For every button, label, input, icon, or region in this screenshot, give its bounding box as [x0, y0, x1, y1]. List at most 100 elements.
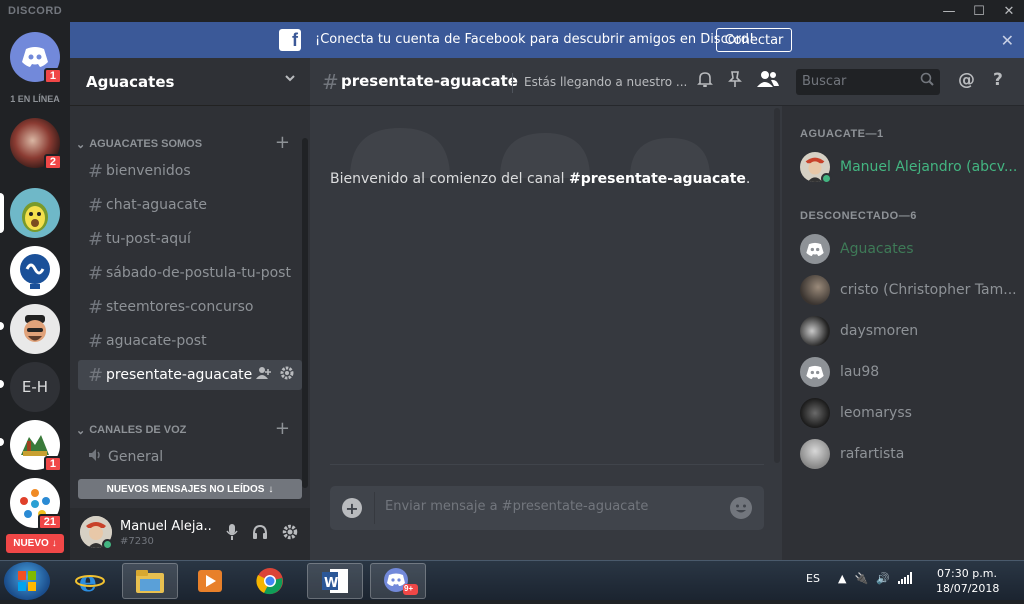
show-hidden-icons-icon[interactable]: ▲	[838, 572, 846, 587]
help-icon[interactable]: ?	[993, 70, 1003, 90]
server-steem[interactable]	[10, 246, 60, 296]
avatar	[800, 398, 830, 428]
discord-taskbar-icon[interactable]: 9+	[370, 563, 426, 599]
channel-tu-post-aqui[interactable]: # tu-post-aquí	[78, 224, 302, 254]
chevron-down-icon	[284, 72, 296, 88]
channel-bienvenidos[interactable]: # bienvenidos	[78, 156, 302, 186]
channel-title: presentate-aguacate	[341, 72, 518, 90]
pin-icon[interactable]	[726, 70, 744, 93]
member-name: cristo (Christopher Tam...	[840, 282, 1017, 298]
channel-aguacate-post[interactable]: # aguacate-post	[78, 326, 302, 356]
selected-server-pill	[0, 193, 4, 233]
avatar	[800, 316, 830, 346]
member-row[interactable]: leomaryss	[800, 397, 1020, 429]
server-e-h[interactable]: E-H	[10, 362, 60, 412]
add-channel-icon[interactable]: +	[275, 418, 290, 439]
explorer-taskbar-icon[interactable]	[122, 563, 178, 599]
new-unread-button[interactable]: NUEVO ↓	[6, 534, 64, 553]
message-composer[interactable]: + Enviar mensaje a #presentate-aguacate	[330, 486, 764, 530]
hash-icon: #	[88, 194, 104, 216]
window-controls: — ☐ ✕	[934, 0, 1024, 22]
message-input[interactable]: Enviar mensaje a #presentate-aguacate	[385, 499, 648, 514]
arrow-down-icon: ↓	[268, 483, 274, 495]
home-badge: 1	[43, 68, 62, 84]
network-icon[interactable]	[897, 572, 912, 587]
member-row[interactable]: rafartista	[800, 438, 1020, 470]
user-panel: Manuel Aleja.. #7230	[70, 508, 310, 560]
new-messages-bar[interactable]: NUEVOS MENSAJES NO LEÍDOS ↓	[78, 479, 302, 499]
avatar	[800, 275, 830, 305]
category-canales-de-voz[interactable]: ⌄ CANALES DE VOZ +	[76, 418, 298, 439]
power-icon[interactable]: 🔌	[854, 572, 868, 587]
svg-text:W: W	[324, 576, 338, 591]
connect-button[interactable]: Conectar	[716, 28, 792, 52]
hash-icon: #	[88, 330, 104, 352]
channel-chat-aguacate[interactable]: # chat-aguacate	[78, 190, 302, 220]
guild-header[interactable]: Aguacates	[70, 58, 310, 106]
upload-plus-icon[interactable]: +	[342, 498, 362, 518]
member-row[interactable]: cristo (Christopher Tam...	[800, 274, 1020, 306]
invite-icon[interactable]	[256, 366, 272, 383]
mentions-icon[interactable]: @	[958, 70, 975, 90]
clock[interactable]: 07:30 p.m. 18/07/2018	[936, 566, 1000, 596]
settings-gear-icon[interactable]	[282, 524, 298, 544]
category-aguacates-somos[interactable]: ⌄ AGUACATES SOMOS +	[76, 132, 298, 153]
welcome-suffix: .	[745, 171, 751, 187]
ie-taskbar-icon[interactable]: e	[62, 563, 118, 599]
member-name: daysmoren	[840, 323, 919, 339]
server-colorful[interactable]: 21	[10, 478, 62, 530]
hash-icon: #	[88, 160, 104, 182]
close-window-button[interactable]: ✕	[994, 0, 1024, 22]
word-taskbar-icon[interactable]: W	[307, 563, 363, 599]
voice-channel-general[interactable]: General	[78, 442, 302, 472]
clock-date: 18/07/2018	[936, 582, 1000, 595]
members-icon[interactable]	[756, 70, 780, 93]
search-input[interactable]: Buscar	[796, 69, 940, 95]
channel-scrollbar[interactable]	[302, 138, 308, 488]
chat-scrollbar[interactable]	[774, 108, 780, 463]
emoji-icon[interactable]	[730, 497, 752, 519]
close-icon[interactable]: ✕	[1001, 31, 1014, 50]
member-row[interactable]: Aguacates	[800, 233, 1020, 265]
channel-presentate-aguacate[interactable]: # presentate-aguacate	[78, 360, 302, 390]
media-player-taskbar-icon[interactable]	[182, 563, 238, 599]
maximize-button[interactable]: ☐	[964, 0, 994, 22]
server-cartoon[interactable]	[10, 304, 60, 354]
member-row[interactable]: Manuel Alejandro (abcv...	[800, 151, 1020, 183]
chrome-taskbar-icon[interactable]	[242, 563, 298, 599]
add-channel-icon[interactable]: +	[275, 132, 290, 153]
server-maracay[interactable]: 1	[10, 420, 62, 472]
channel-sabado-de-postula[interactable]: # sábado-de-postula-tu-post	[78, 258, 302, 288]
server-initials: E-H	[10, 362, 60, 412]
user-tag: #7230	[120, 536, 154, 547]
windows-taskbar: e W 9+ ES ▲ 🔌 🔊 07:30 p.m. 18/07/2018	[0, 560, 1024, 600]
server-aguacate[interactable]	[10, 188, 60, 238]
channel-steemtores-concurso[interactable]: # steemtores-concurso	[78, 292, 302, 322]
welcome-prefix: Bienvenido al comienzo del canal	[330, 171, 570, 187]
unread-pill	[0, 438, 4, 446]
member-row[interactable]: daysmoren	[800, 315, 1020, 347]
chevron-down-icon: ⌄	[76, 138, 86, 151]
steem-icon	[10, 246, 60, 296]
volume-icon[interactable]: 🔊	[876, 572, 890, 587]
microphone-icon[interactable]	[226, 524, 238, 544]
server-avatar-red[interactable]: 2	[10, 118, 62, 170]
hash-icon: #	[88, 296, 104, 318]
language-indicator[interactable]: ES	[806, 572, 820, 585]
channel-label: presentate-aguacate	[106, 367, 253, 383]
member-name: Manuel Alejandro (abcv...	[840, 159, 1018, 175]
member-name: leomaryss	[840, 405, 912, 421]
gear-icon[interactable]	[280, 366, 294, 383]
home-button[interactable]: 1	[10, 32, 62, 84]
minimize-button[interactable]: —	[934, 0, 964, 22]
bell-icon[interactable]	[696, 70, 714, 93]
arrow-down-icon: ↓	[51, 538, 57, 549]
member-row[interactable]: lau98	[800, 356, 1020, 388]
facebook-banner: f ¡Conecta tu cuenta de Facebook para de…	[70, 22, 1024, 58]
start-button[interactable]	[4, 562, 50, 600]
guild-name: Aguacates	[86, 72, 175, 91]
channel-topic[interactable]: Estás llegando a nuestro ...	[524, 75, 687, 89]
headphones-icon[interactable]	[252, 524, 268, 544]
member-list: AGUACATE—1 Manuel Alejandro (abcv... DES…	[782, 106, 1024, 560]
member-group-header: DESCONECTADO—6	[800, 210, 917, 222]
